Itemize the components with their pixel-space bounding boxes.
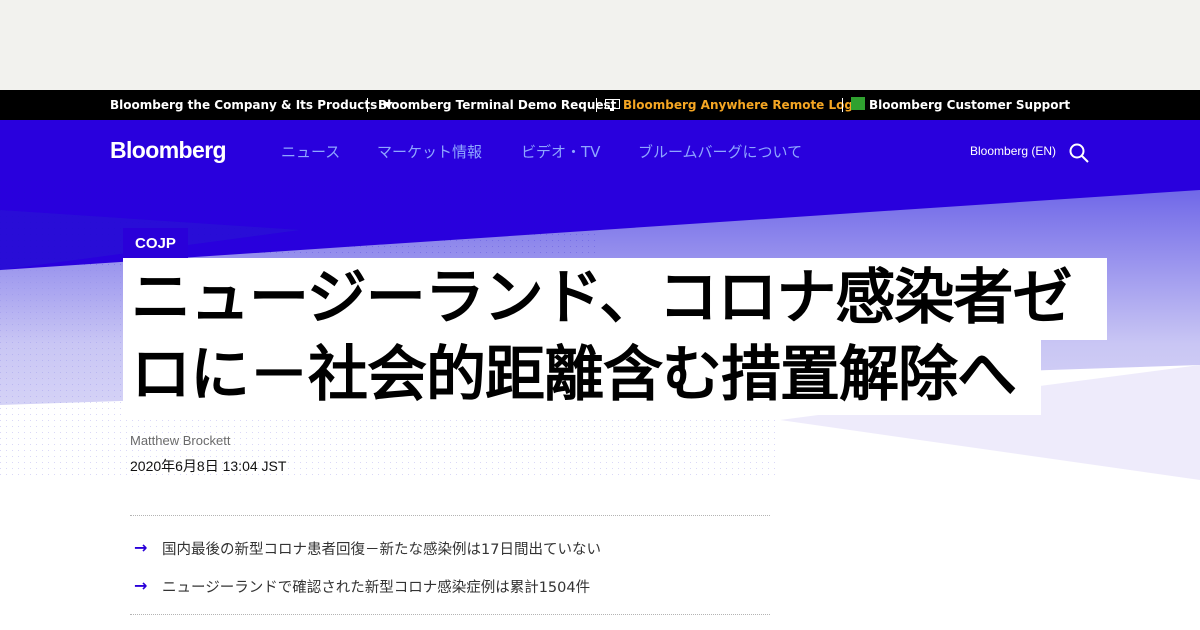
help-icon: [851, 97, 865, 110]
anywhere-login-link[interactable]: Bloomberg Anywhere Remote Login: [623, 90, 866, 120]
bloomberg-logo[interactable]: Bloomberg: [110, 137, 227, 164]
abstract-divider-bottom: [130, 614, 770, 615]
divider: [367, 98, 368, 112]
monitor-icon: [605, 99, 620, 111]
nav-link-video-tv[interactable]: ビデオ・TV: [521, 141, 600, 162]
headline-line-2: ロに－社会的距離含む措置解除へ: [123, 335, 1041, 415]
divider: [842, 98, 843, 112]
customer-support-link[interactable]: Bloomberg Customer Support: [869, 90, 1070, 120]
ad-slot: [0, 0, 1200, 90]
author-byline[interactable]: Matthew Brockett: [130, 433, 230, 448]
top-utility-bar: Bloomberg the Company & Its Products Blo…: [0, 90, 1200, 120]
category-kicker[interactable]: COJP: [123, 228, 188, 258]
terminal-demo-link[interactable]: Bloomberg Terminal Demo Request: [378, 90, 616, 120]
abstract-divider-top: [130, 515, 770, 516]
nav-link-markets[interactable]: マーケット情報: [377, 141, 482, 162]
arrow-right-icon: →: [134, 538, 148, 557]
headline-line-1: ニュージーランド、コロナ感染者ゼ: [123, 258, 1107, 340]
nav-link-about[interactable]: ブルームバーグについて: [638, 141, 802, 162]
nav-link-news[interactable]: ニュース: [281, 141, 340, 162]
abstract-text: 国内最後の新型コロナ患者回復－新たな感染例は17日間出ていない: [162, 542, 601, 558]
company-products-menu[interactable]: Bloomberg the Company & Its Products: [110, 90, 394, 120]
search-icon[interactable]: [1068, 142, 1090, 164]
abstract-text: ニュージーランドで確認された新型コロナ感染症例は累計1504件: [162, 580, 591, 596]
edition-selector[interactable]: Bloomberg (EN): [970, 144, 1056, 158]
main-navigation: Bloomberg ニュース マーケット情報 ビデオ・TV ブルームバーグについ…: [0, 120, 1200, 184]
divider: [596, 98, 597, 112]
publish-date: 2020年6月8日 13:04 JST: [130, 458, 287, 474]
arrow-right-icon: →: [134, 576, 148, 595]
company-products-label: Bloomberg the Company & Its Products: [110, 98, 378, 112]
